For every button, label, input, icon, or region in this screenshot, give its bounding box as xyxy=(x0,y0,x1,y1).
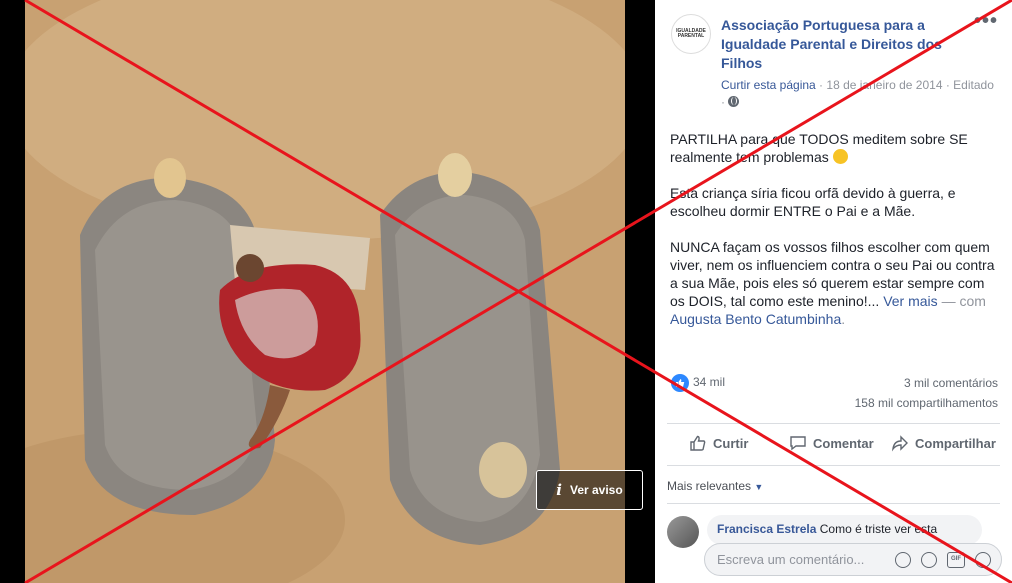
post-paragraph: NUNCA façam os vossos filhos escolher co… xyxy=(670,238,1000,328)
more-options-icon[interactable]: ••• xyxy=(974,10,998,33)
composer-icons: GIF xyxy=(895,552,991,568)
comment-sort-label: Mais relevantes xyxy=(667,479,752,493)
commenter-avatar[interactable] xyxy=(667,516,699,548)
comment-sort-dropdown[interactable]: Mais relevantes ▼ xyxy=(667,479,763,493)
speech-bubble-icon xyxy=(790,436,806,451)
globe-icon[interactable] xyxy=(728,96,740,107)
with-label: — com xyxy=(941,293,986,309)
post-photo[interactable] xyxy=(25,0,625,583)
meta-separator: · xyxy=(942,78,954,92)
thumbs-up-icon[interactable] xyxy=(671,374,689,392)
comment-author-link[interactable]: Francisca Estrela xyxy=(717,522,816,536)
post-paragraph-text: PARTILHA para que TODOS meditem sobre SE… xyxy=(670,131,968,165)
gif-icon[interactable]: GIF xyxy=(947,552,965,568)
divider xyxy=(667,465,1000,466)
comment-text: Como é triste ver esta xyxy=(819,522,938,536)
meta-separator: · xyxy=(721,95,729,109)
like-button-label: Curtir xyxy=(713,435,749,451)
share-button[interactable]: Compartilhar xyxy=(891,434,996,452)
camera-icon[interactable] xyxy=(921,552,937,568)
post-meta: Curtir esta página · 18 de janeiro de 20… xyxy=(721,77,1001,111)
page-name-link[interactable]: Associação Portuguesa para a Igualdade P… xyxy=(721,16,961,73)
comment-input[interactable]: Escreva um comentário... GIF xyxy=(704,543,1002,576)
share-button-label: Compartilhar xyxy=(915,435,996,451)
divider xyxy=(667,503,1000,504)
page-avatar[interactable]: IGUALDADE PARENTAL xyxy=(671,14,711,54)
post-paragraph: PARTILHA para que TODOS meditem sobre SE… xyxy=(670,130,1000,166)
period: . xyxy=(841,311,846,327)
wink-emoji-icon xyxy=(832,149,848,164)
shares-count[interactable]: 158 mil compartilhamentos xyxy=(855,396,998,410)
post-text: PARTILHA para que TODOS meditem sobre SE… xyxy=(670,130,1000,346)
caret-down-icon: ▼ xyxy=(754,482,764,492)
sticker-icon[interactable] xyxy=(975,552,991,568)
comment-input-placeholder: Escreva um comentário... xyxy=(717,552,865,567)
see-more-link[interactable]: Ver mais xyxy=(883,293,937,309)
view-warning-button[interactable]: i Ver aviso xyxy=(536,470,643,510)
thumbs-up-icon xyxy=(690,435,706,451)
comment-bubble: Francisca Estrela Como é triste ver esta xyxy=(707,515,982,545)
meta-separator: · xyxy=(815,78,827,92)
share-arrow-icon xyxy=(891,435,908,452)
post-date[interactable]: 18 de janeiro de 2014 xyxy=(826,78,942,92)
emoji-icon[interactable] xyxy=(895,552,911,568)
likes-count[interactable]: 34 mil xyxy=(693,375,725,389)
divider xyxy=(667,423,1000,424)
post-paragraph: Esta criança síria ficou orfã devido à g… xyxy=(670,185,956,219)
edited-label[interactable]: Editado xyxy=(953,78,994,92)
comment-button[interactable]: Comentar xyxy=(789,434,874,452)
like-page-link[interactable]: Curtir esta página xyxy=(721,78,816,92)
photo-viewer: i Ver aviso xyxy=(0,0,655,583)
comments-count[interactable]: 3 mil comentários xyxy=(904,376,998,390)
post-side-panel: IGUALDADE PARENTAL Associação Portuguesa… xyxy=(655,0,1012,583)
photo-scene xyxy=(25,0,625,583)
view-warning-label: Ver aviso xyxy=(569,483,623,497)
page-avatar-text: IGUALDADE PARENTAL xyxy=(676,27,706,39)
like-button[interactable]: Curtir xyxy=(689,434,748,452)
tagged-person-link[interactable]: Augusta Bento Catumbinha xyxy=(670,311,841,327)
info-icon: i xyxy=(556,481,562,499)
comment-button-label: Comentar xyxy=(813,435,874,451)
